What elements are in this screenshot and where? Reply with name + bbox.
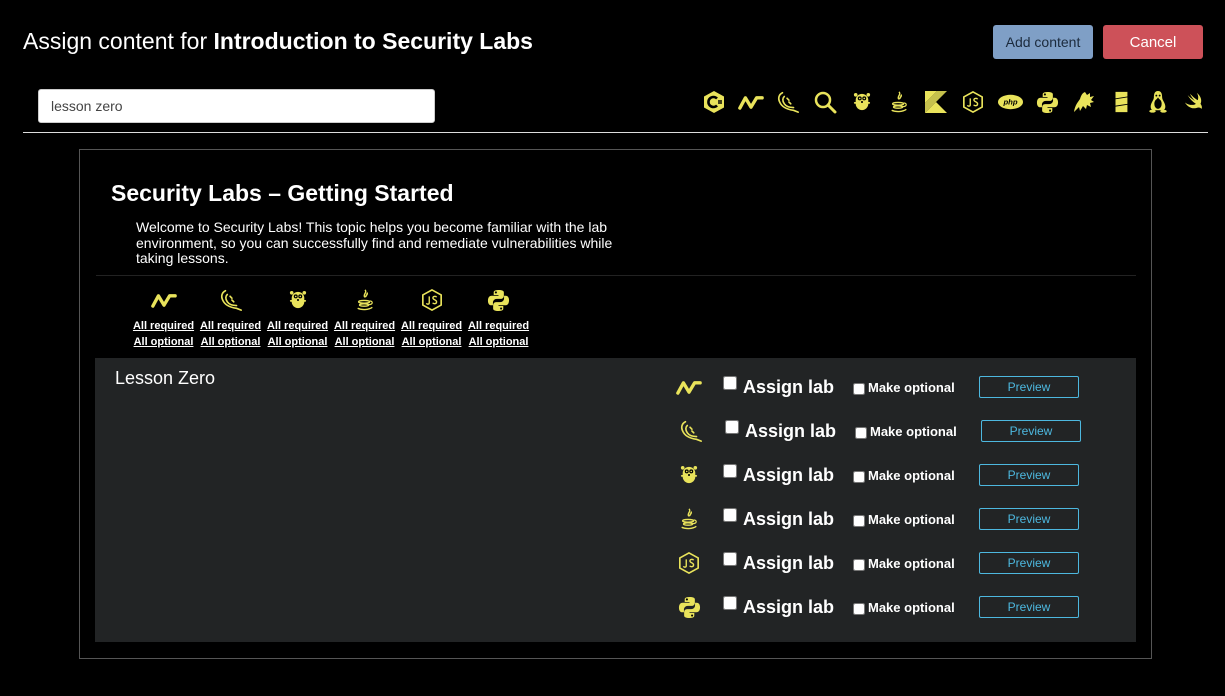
python-icon <box>675 594 703 620</box>
preview-button[interactable]: Preview <box>979 596 1079 618</box>
add-content-button[interactable]: Add content <box>993 25 1093 59</box>
lab-row: Assign lab Make optional Preview <box>675 504 1079 534</box>
all-required-link[interactable]: All required <box>267 318 328 334</box>
all-optional-link[interactable]: All optional <box>335 334 395 350</box>
assign-lab-checkbox[interactable] <box>723 464 737 478</box>
lab-row: Assign lab Make optional Preview <box>675 372 1079 402</box>
make-optional-checkbox[interactable] <box>853 559 865 571</box>
all-optional-link[interactable]: All optional <box>201 334 261 350</box>
assign-lab-checkbox[interactable] <box>723 552 737 566</box>
linux-icon[interactable] <box>1144 88 1172 116</box>
make-optional-checkbox[interactable] <box>853 515 865 527</box>
lab-row: Assign lab Make optional Preview <box>677 416 1081 446</box>
go-icon <box>284 288 312 312</box>
make-optional-checkbox[interactable] <box>853 383 865 395</box>
nodejs-icon <box>675 374 703 400</box>
make-optional-label: Make optional <box>868 511 955 527</box>
go-icon <box>675 462 703 488</box>
scala-icon <box>677 418 705 444</box>
all-optional-link[interactable]: All optional <box>402 334 462 350</box>
nodejs-icon <box>150 288 178 312</box>
lab-row: Assign lab Make optional Preview <box>675 548 1079 578</box>
kotlin-icon[interactable] <box>922 88 950 116</box>
topic-divider <box>96 275 1136 276</box>
csharp-icon[interactable] <box>700 88 728 116</box>
assign-lab-checkbox[interactable] <box>723 508 737 522</box>
assign-lab-label: Assign lab <box>743 376 835 397</box>
language-group: All required All optional <box>133 288 194 350</box>
all-required-link[interactable]: All required <box>133 318 194 334</box>
language-filter-bar: php <box>700 86 1209 118</box>
preview-button[interactable]: Preview <box>979 464 1079 486</box>
ruby-icon[interactable] <box>1070 88 1098 116</box>
topic-title: Security Labs – Getting Started <box>111 180 454 206</box>
language-bulk-actions: All required All optional All required A… <box>133 288 529 350</box>
svg-text:php: php <box>1002 98 1017 107</box>
scala-icon[interactable] <box>774 88 802 116</box>
make-optional-checkbox[interactable] <box>855 427 867 439</box>
python-icon <box>485 288 513 312</box>
all-optional-link[interactable]: All optional <box>134 334 194 350</box>
preview-button[interactable]: Preview <box>979 508 1079 530</box>
python-icon[interactable] <box>1033 88 1061 116</box>
assign-lab-checkbox[interactable] <box>723 376 737 390</box>
make-optional-label: Make optional <box>870 423 957 439</box>
make-optional-label: Make optional <box>868 599 955 615</box>
language-group: All required All optional <box>334 288 395 350</box>
language-group: All required All optional <box>267 288 328 350</box>
swift-icon[interactable] <box>1181 88 1209 116</box>
lesson-card: Lesson Zero Assign lab Make optional Pre… <box>95 358 1136 642</box>
javascript-icon <box>675 550 703 576</box>
all-optional-link[interactable]: All optional <box>469 334 529 350</box>
assign-lab-label: Assign lab <box>745 420 837 441</box>
make-optional-label: Make optional <box>868 467 955 483</box>
make-optional-checkbox[interactable] <box>853 471 865 483</box>
language-group: All required All optional <box>468 288 529 350</box>
search-icon[interactable] <box>811 88 839 116</box>
java-icon <box>675 506 703 532</box>
javascript-icon <box>418 288 446 312</box>
lab-row: Assign lab Make optional Preview <box>675 592 1079 622</box>
topic-panel: Security Labs – Getting Started Welcome … <box>79 149 1152 659</box>
header-divider <box>23 132 1208 133</box>
make-optional-label: Make optional <box>868 379 955 395</box>
search-input[interactable] <box>38 89 435 123</box>
lesson-title: Lesson Zero <box>115 368 216 388</box>
java-icon <box>351 288 379 312</box>
assign-lab-label: Assign lab <box>743 596 835 617</box>
all-required-link[interactable]: All required <box>468 318 529 334</box>
all-required-link[interactable]: All required <box>334 318 395 334</box>
all-optional-link[interactable]: All optional <box>268 334 328 350</box>
sql-icon[interactable] <box>1107 88 1135 116</box>
all-required-link[interactable]: All required <box>200 318 261 334</box>
assign-lab-checkbox[interactable] <box>723 596 737 610</box>
assign-lab-label: Assign lab <box>743 508 835 529</box>
make-optional-checkbox[interactable] <box>853 603 865 615</box>
scala-icon <box>217 288 245 312</box>
preview-button[interactable]: Preview <box>979 376 1079 398</box>
java-icon[interactable] <box>885 88 913 116</box>
cancel-button[interactable]: Cancel <box>1103 25 1203 59</box>
all-required-link[interactable]: All required <box>401 318 462 334</box>
language-group: All required All optional <box>401 288 462 350</box>
javascript-icon[interactable] <box>959 88 987 116</box>
assign-lab-checkbox[interactable] <box>725 420 739 434</box>
assign-lab-label: Assign lab <box>743 552 835 573</box>
php-icon[interactable]: php <box>996 88 1024 116</box>
nodejs-icon[interactable] <box>737 88 765 116</box>
page-title: Assign content for Introduction to Secur… <box>23 28 533 54</box>
language-group: All required All optional <box>200 288 261 350</box>
lab-row: Assign lab Make optional Preview <box>675 460 1079 490</box>
go-icon[interactable] <box>848 88 876 116</box>
preview-button[interactable]: Preview <box>979 552 1079 574</box>
make-optional-label: Make optional <box>868 555 955 571</box>
preview-button[interactable]: Preview <box>981 420 1081 442</box>
assign-lab-label: Assign lab <box>743 464 835 485</box>
topic-description: Welcome to Security Labs! This topic hel… <box>136 219 613 266</box>
